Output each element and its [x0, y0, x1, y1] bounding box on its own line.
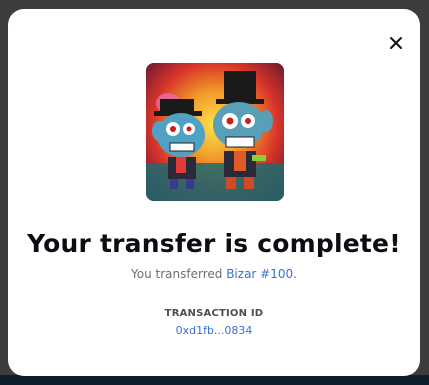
transfer-summary: You transferred Bizar #100.	[8, 267, 420, 281]
close-icon	[390, 37, 402, 49]
close-button[interactable]	[386, 33, 406, 53]
background-footer-strip	[0, 375, 429, 385]
nft-artwork	[146, 63, 284, 201]
transaction-id-link[interactable]: 0xd1fb...0834	[176, 324, 253, 337]
transfer-summary-prefix: You transferred	[131, 267, 227, 281]
transaction-id: 0xd1fb...0834	[8, 324, 420, 337]
transaction-id-label: TRANSACTION ID	[164, 308, 264, 319]
transfer-summary-suffix: .	[293, 267, 297, 281]
page-title: Your transfer is complete!	[27, 229, 401, 258]
item-link[interactable]: Bizar #100	[226, 267, 293, 281]
nft-image	[146, 63, 284, 201]
transfer-complete-modal: Your transfer is complete! You transferr…	[8, 9, 420, 376]
